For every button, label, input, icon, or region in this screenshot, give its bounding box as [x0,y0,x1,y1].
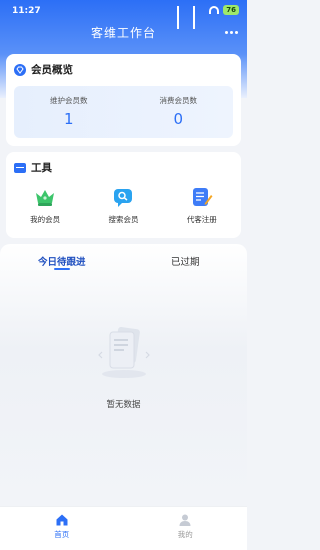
toolbox-icon [14,162,26,173]
stat-consuming-members[interactable]: 消费会员数 0 [124,86,234,138]
tool-label: 代客注册 [186,215,217,224]
follow-up-panel: 今日待跟进 已过期 暂无数据 [0,244,247,506]
crown-icon [34,186,56,208]
tools-card: 工具 我的会员 搜索会员 代客注册 [6,152,241,238]
status-bar: 11:27 76 [0,0,247,29]
tool-label: 搜索会员 [108,215,139,224]
stat-value: 1 [63,110,74,128]
overview-title: 会员概览 [14,62,73,77]
tool-register-for-customer[interactable]: 代客注册 [163,186,241,225]
tools-title: 工具 [14,160,52,175]
bottom-tab-bar: 首页 我的 [0,506,247,550]
edit-form-icon [191,186,213,208]
status-icons: 76 [177,5,239,29]
tool-my-members[interactable]: 我的会员 [6,186,84,225]
dot-icon [224,30,228,34]
tab-expired[interactable]: 已过期 [124,254,248,274]
stat-maintained-members[interactable]: 维护会员数 1 [14,86,124,138]
dot-icon [229,30,233,34]
signal-icon [177,6,189,29]
home-icon [55,512,69,526]
member-overview-card: 会员概览 维护会员数 1 消费会员数 0 [6,54,241,146]
tabbar-label: 我的 [177,530,193,539]
dot-icon [234,30,238,34]
overview-stats: 维护会员数 1 消费会员数 0 [14,86,233,138]
tab-label: 今日待跟进 [37,257,86,268]
user-icon [178,512,192,526]
tools-row: 我的会员 搜索会员 代客注册 [6,186,241,225]
tab-today-follow-up[interactable]: 今日待跟进 [0,254,124,274]
tabbar-label: 首页 [54,530,70,539]
wifi-icon [209,6,220,14]
search-chat-icon [112,186,134,208]
empty-document-icon [94,322,154,382]
signal-icon [193,6,205,29]
stat-value: 0 [173,110,184,128]
empty-state-text: 暂无数据 [106,400,141,410]
page-title: 客维工作台 [90,26,156,40]
overview-title-text: 会员概览 [31,64,73,76]
diamond-icon [14,63,26,76]
tabbar-mine[interactable]: 我的 [124,507,248,550]
tool-search-members[interactable]: 搜索会员 [84,186,162,225]
empty-state: 暂无数据 [0,322,247,410]
tools-title-text: 工具 [31,162,52,174]
tabbar-home[interactable]: 首页 [0,507,124,550]
status-time: 11:27 [12,6,41,16]
battery-indicator: 76 [223,5,239,15]
tool-label: 我的会员 [30,215,61,224]
tab-active-indicator [53,268,70,270]
follow-up-tabs: 今日待跟进 已过期 [0,254,247,274]
stat-label: 维护会员数 [50,96,88,105]
more-options-button[interactable] [223,24,239,40]
stat-label: 消费会员数 [159,96,198,105]
tab-label: 已过期 [170,257,200,268]
